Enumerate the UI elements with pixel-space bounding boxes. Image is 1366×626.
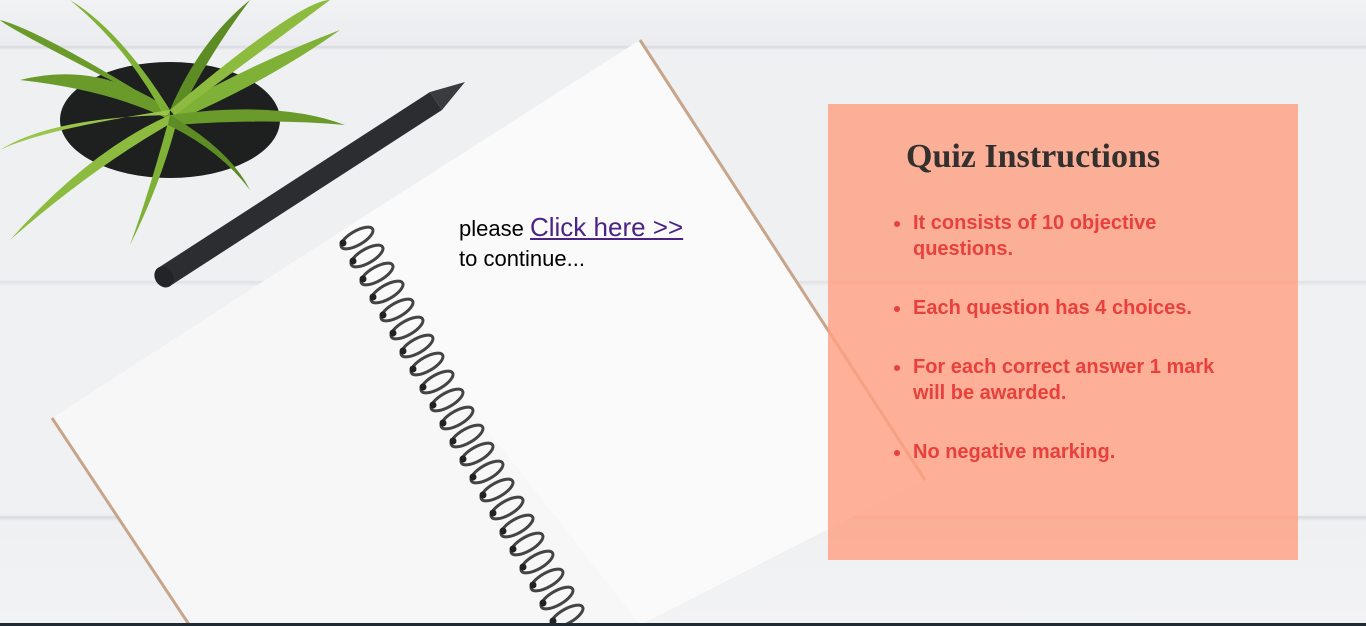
instruction-item: Each question has 4 choices. <box>894 295 1243 321</box>
instructions-list: It consists of 10 objective questions. E… <box>894 210 1243 498</box>
continue-suffix: to continue... <box>459 246 585 271</box>
quiz-instructions-panel: Quiz Instructions It consists of 10 obje… <box>828 104 1298 560</box>
instructions-title: Quiz Instructions <box>906 138 1161 175</box>
instruction-item: No negative marking. <box>894 439 1243 465</box>
continue-prefix: please <box>459 216 524 241</box>
instruction-item: For each correct answer 1 mark will be a… <box>894 354 1243 406</box>
continue-prompt: please Click here >> to continue... <box>459 212 683 274</box>
click-here-link[interactable]: Click here >> <box>530 212 683 242</box>
instruction-item: It consists of 10 objective questions. <box>894 210 1243 262</box>
